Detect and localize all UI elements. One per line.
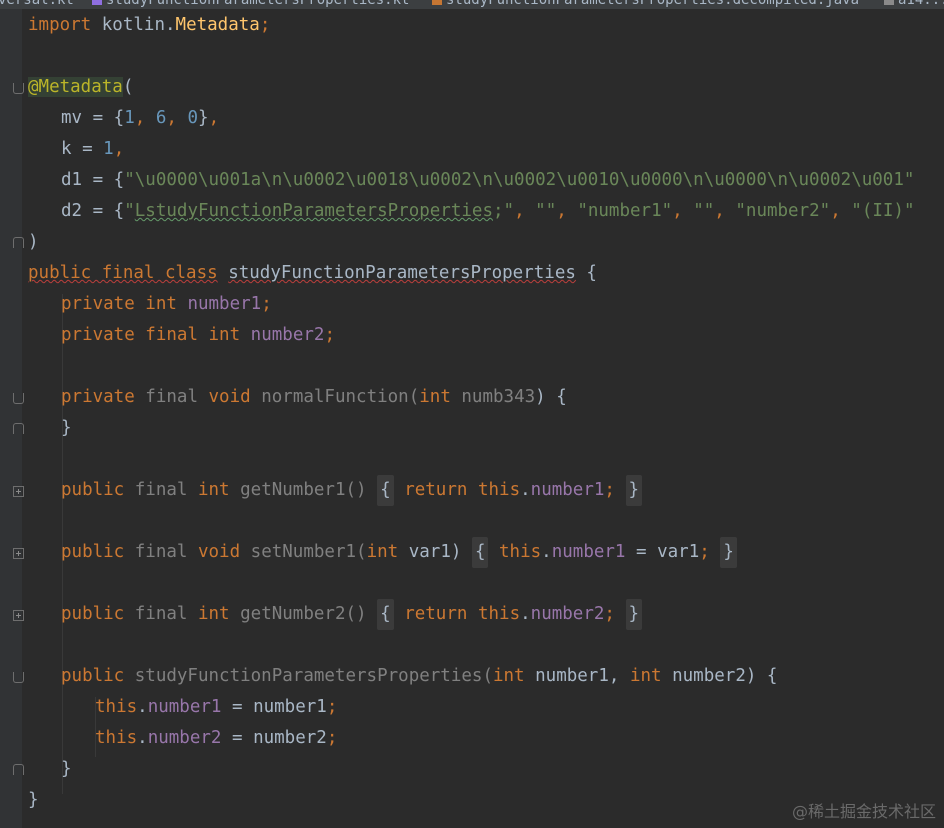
kotlin-file-icon bbox=[92, 0, 102, 5]
code-editor[interactable]: import kotlin.Metadata; @Metadata( mv = … bbox=[0, 9, 944, 828]
code-line-brace-close: } bbox=[61, 418, 72, 438]
code-line-d1: d1 = {"\u0000\u001a\n\u0002\u0018\u0002\… bbox=[61, 170, 915, 190]
fold-marker-close[interactable] bbox=[13, 764, 24, 775]
code-line-constructor-close: } bbox=[61, 759, 72, 779]
code-line-field-number2: private final int number2; bbox=[61, 325, 335, 345]
watermark: @稀土掘金技术社区 bbox=[791, 802, 936, 821]
code-line-class-declaration: public final class studyFunctionParamete… bbox=[28, 263, 597, 283]
folded-brace[interactable]: } bbox=[625, 599, 643, 630]
code-line-assign-number1: this.number1 = number1; bbox=[95, 697, 338, 717]
code-line-class-close: } bbox=[28, 790, 39, 810]
tab-kotlin-source[interactable]: studyFunctionParametersProperties.kt bbox=[92, 0, 409, 9]
file-icon bbox=[884, 0, 894, 5]
editor-tab-bar: versal.kt studyFunctionParametersPropert… bbox=[0, 0, 944, 9]
code-line-k: k = 1, bbox=[61, 139, 125, 159]
folded-brace[interactable]: } bbox=[625, 475, 643, 506]
code-line-mv: mv = {1, 6, 0}, bbox=[61, 108, 220, 128]
fold-marker-open[interactable] bbox=[13, 83, 24, 94]
fold-marker-close[interactable] bbox=[13, 237, 24, 248]
tab-decompiled-java[interactable]: studyFunctionParametersProperties.decomp… bbox=[432, 0, 859, 9]
code-line-set-number1: public final void setNumber1(int var1) {… bbox=[61, 537, 737, 568]
java-file-icon bbox=[432, 0, 442, 5]
folded-brace[interactable]: } bbox=[720, 537, 737, 568]
code-line-import: import kotlin.Metadata; bbox=[28, 15, 271, 35]
fold-marker-open[interactable] bbox=[13, 393, 24, 404]
folded-brace[interactable]: { bbox=[377, 475, 394, 506]
code-line-constructor: public studyFunctionParametersProperties… bbox=[61, 666, 778, 686]
tab-a14[interactable]: a14... bbox=[884, 0, 944, 9]
code-line-get-number2: public final int getNumber2() { return t… bbox=[61, 599, 643, 630]
code-line-field-number1: private int number1; bbox=[61, 294, 272, 314]
fold-marker-open[interactable] bbox=[13, 672, 24, 683]
fold-marker-collapsed[interactable] bbox=[13, 486, 24, 497]
tab-versal[interactable]: versal.kt bbox=[0, 0, 74, 9]
code-line-assign-number2: this.number2 = number2; bbox=[95, 728, 338, 748]
fold-marker-close[interactable] bbox=[13, 423, 24, 434]
folded-brace[interactable]: { bbox=[471, 537, 489, 568]
code-line-metadata-annotation: @Metadata( bbox=[28, 77, 134, 97]
fold-marker-collapsed[interactable] bbox=[13, 548, 24, 559]
code-line-d2: d2 = {"LstudyFunctionParametersPropertie… bbox=[61, 201, 915, 221]
code-line-get-number1: public final int getNumber1() { return t… bbox=[61, 475, 643, 506]
fold-marker-collapsed[interactable] bbox=[13, 610, 24, 621]
code-line-annotation-close: ) bbox=[28, 232, 39, 252]
folded-brace[interactable]: { bbox=[377, 599, 394, 630]
code-line-normal-function: private final void normalFunction(int nu… bbox=[61, 387, 567, 407]
